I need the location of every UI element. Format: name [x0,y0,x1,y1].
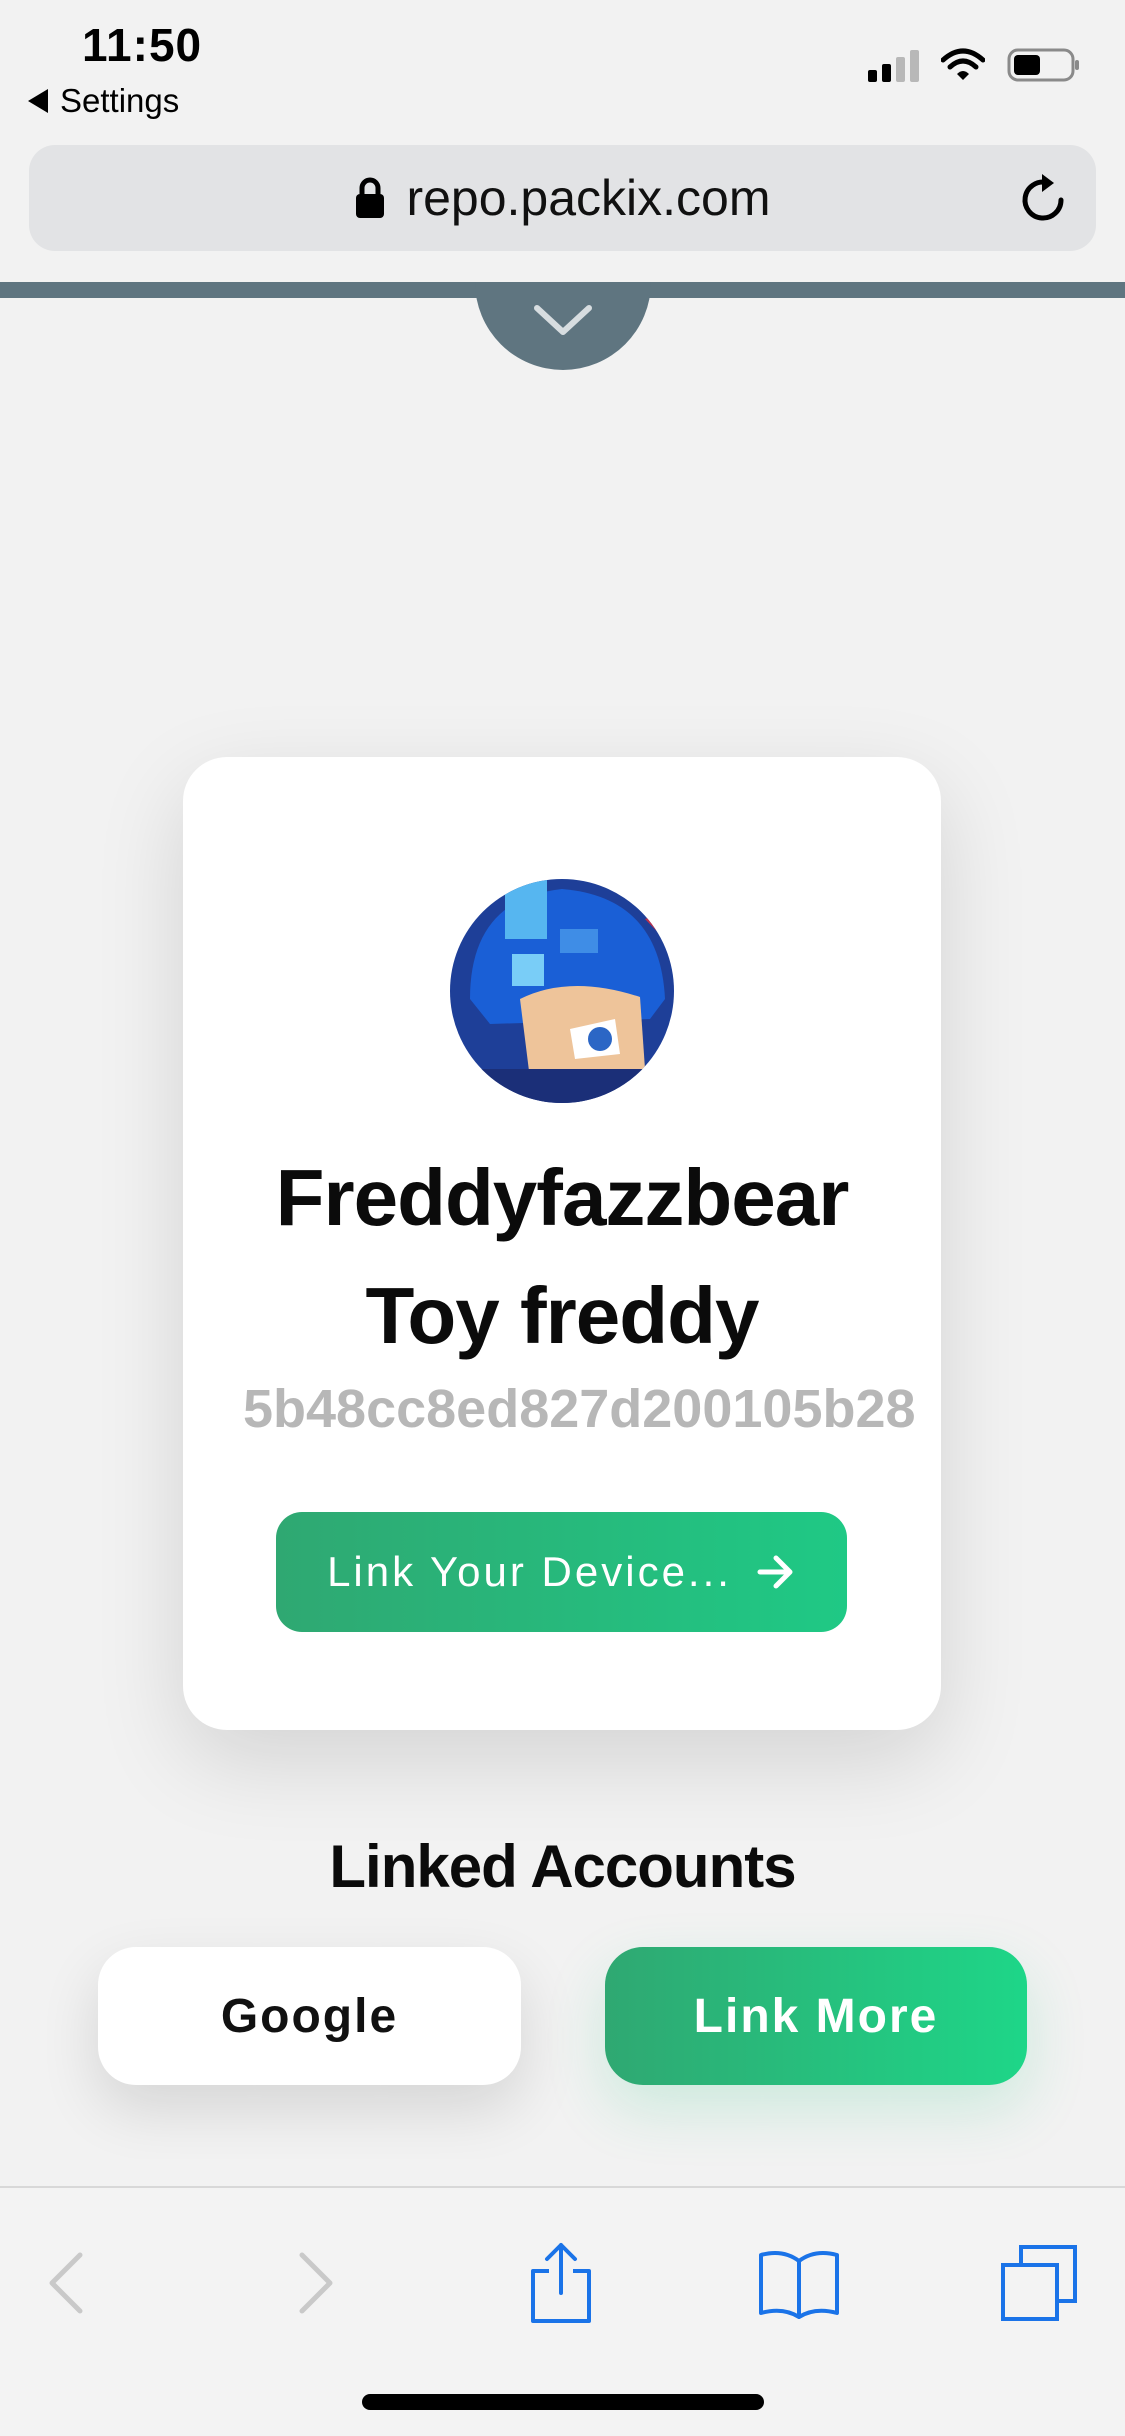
linked-accounts-title: Linked Accounts [329,1833,796,1900]
status-indicators [868,48,1081,82]
address-bar[interactable]: repo.packix.com [29,145,1096,251]
cellular-signal-icon [868,48,919,82]
display-name: Freddyfazzbear [275,1153,850,1242]
screen: 11:50 Settings repo.packix.com Freddyfaz… [0,0,1125,2436]
arrow-right-icon [757,1555,793,1589]
forward-button[interactable] [266,2228,366,2338]
back-to-settings-label: Settings [60,82,180,119]
menu-toggle-tab[interactable] [475,282,651,370]
username: Toy freddy [365,1271,759,1360]
google-account-button[interactable]: Google [98,1947,521,2085]
link-more-button[interactable]: Link More [605,1947,1027,2085]
url-text: repo.packix.com [406,170,771,226]
chevron-down-icon [534,305,592,335]
status-time: 11:50 [82,19,203,71]
share-button[interactable] [511,2228,611,2338]
share-icon [531,2243,591,2323]
avatar [450,879,674,1103]
back-to-settings-link[interactable]: Settings [28,82,179,120]
home-indicator[interactable] [362,2394,764,2410]
chevron-left-icon [49,2252,83,2314]
chevron-right-icon [299,2252,333,2314]
wifi-icon [941,48,985,80]
link-device-label: Link Your Device... [327,1548,732,1595]
link-more-label: Link More [693,1989,939,2043]
reload-icon[interactable] [1014,171,1072,229]
book-icon [759,2251,839,2319]
battery-icon [1007,48,1079,82]
link-device-button[interactable]: Link Your Device... [276,1512,847,1632]
profile-card: Freddyfazzbear Toy freddy 5b48cc8ed827d2… [183,757,941,1730]
tabs-icon [1001,2245,1077,2321]
back-triangle-icon [28,89,48,113]
back-button[interactable] [16,2228,116,2338]
bookmarks-button[interactable] [749,2228,849,2338]
tabs-button[interactable] [989,2228,1089,2338]
user-id: 5b48cc8ed827d200105b28 [243,1379,916,1439]
google-account-label: Google [220,1989,399,2043]
lock-icon [356,177,385,218]
